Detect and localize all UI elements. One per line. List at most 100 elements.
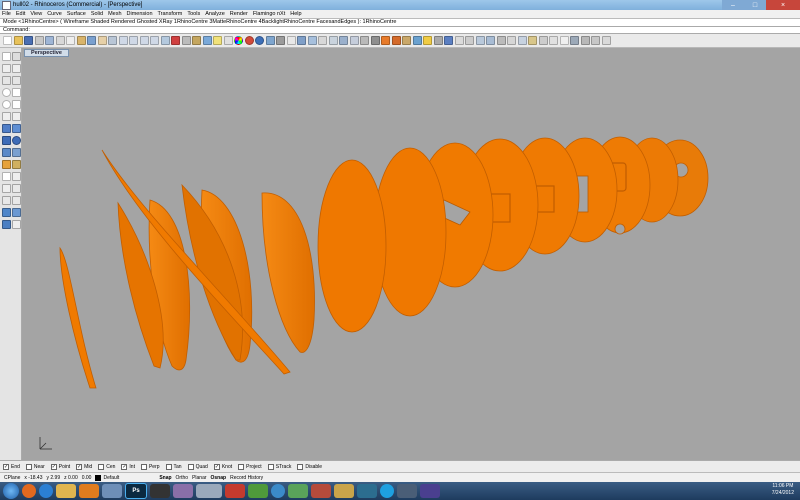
extrude-icon[interactable] [12,148,21,157]
mirror-icon[interactable] [12,208,21,217]
lock-objects-icon[interactable] [192,36,201,45]
loft-icon[interactable] [12,124,21,133]
skype-icon[interactable] [380,484,394,498]
history-icon[interactable] [591,36,600,45]
join-icon[interactable] [12,172,21,181]
group-icon[interactable] [580,36,590,45]
perspective-viewport[interactable] [22,48,800,460]
grid-app-icon[interactable] [102,484,122,498]
toolbar-end-icon[interactable] [601,36,611,45]
menu-solid[interactable]: Solid [91,11,103,17]
maximize-button[interactable]: □ [744,0,766,10]
layer-icon[interactable] [202,36,212,45]
osnap-point-checkbox[interactable]: ✓ [50,463,57,470]
osnap-point[interactable]: ✓ Point [50,463,70,470]
menu-dimension[interactable]: Dimension [127,11,153,17]
osnap-toggle[interactable]: Osnap [211,475,227,481]
free-curve-icon[interactable] [12,76,21,85]
surface-tools-icon[interactable] [475,36,485,45]
dimension-tool-icon[interactable] [12,220,21,229]
osnap-mid[interactable]: ✓ Mid [76,463,92,470]
osnap-int[interactable]: ✓ Int [121,463,135,470]
mesh-icon[interactable] [2,148,11,157]
options-icon[interactable] [433,36,443,45]
xray-icon[interactable] [297,36,306,45]
taskbar-clock[interactable]: 11:06 PM 7/24/2012 [772,483,794,497]
copy-object-icon[interactable] [2,196,11,205]
menu-render[interactable]: Render [230,11,248,17]
import-icon[interactable] [45,36,54,45]
render-icon[interactable] [244,36,254,45]
properties-icon[interactable] [223,36,233,45]
zoom-window-icon[interactable] [129,36,138,45]
select-arrow-icon[interactable] [2,52,11,61]
globe-app-icon[interactable] [271,484,285,498]
osnap-strack-checkbox[interactable] [267,463,274,470]
viewport-title-perspective[interactable]: Perspective [24,49,69,57]
camera-icon[interactable] [370,36,380,45]
transform-icon[interactable] [517,36,527,45]
zoom-extents-icon[interactable] [139,36,149,45]
close-button[interactable]: × [766,0,800,10]
rotate-icon[interactable] [12,196,21,205]
menu-view[interactable]: View [30,11,42,17]
folder-app-icon[interactable] [334,484,354,498]
array-icon[interactable] [2,220,11,229]
osnap-near-checkbox[interactable] [25,463,32,470]
osnap-near[interactable]: Near [25,463,45,470]
green-app-icon[interactable] [248,484,268,498]
solid-tools-icon[interactable] [486,36,495,45]
rhino-taskbar-icon[interactable] [196,484,222,498]
osnap-end[interactable]: ✓ End [3,463,20,470]
box-icon[interactable] [2,136,11,145]
search-icon[interactable] [454,36,464,45]
menu-mesh[interactable]: Mesh [108,11,121,17]
red-app-icon[interactable] [225,484,245,498]
polyline-icon[interactable] [2,64,11,73]
arc-icon[interactable] [12,88,21,97]
block-icon[interactable] [570,36,579,45]
select-all-icon[interactable] [171,36,180,45]
eye-app-icon[interactable] [420,484,440,498]
menu-edit[interactable]: Edit [16,11,25,17]
firefox-icon[interactable] [22,484,36,498]
wireframe-icon[interactable] [286,36,296,45]
hide-objects-icon[interactable] [181,36,191,45]
analyze-icon[interactable] [528,36,537,45]
start-button-icon[interactable] [3,483,19,499]
scale-icon[interactable] [2,208,11,217]
adobe-bridge-icon[interactable] [150,484,170,498]
menu-surface[interactable]: Surface [67,11,86,17]
osnap-knot[interactable]: ✓ Knot [213,463,232,470]
mesh-tools-icon[interactable] [496,36,506,45]
menu-transform[interactable]: Transform [158,11,183,17]
command-line[interactable]: Command: [0,26,800,34]
zoom-selected-icon[interactable] [150,36,159,45]
photoshop-icon[interactable]: Ps [125,483,147,499]
undo-view-icon[interactable] [160,36,170,45]
rectangle-icon[interactable] [12,100,21,109]
open-icon[interactable] [13,36,23,45]
line-icon[interactable] [12,64,21,73]
osnap-project[interactable]: Project [238,463,262,470]
cplane-icon[interactable] [349,36,359,45]
point-icon[interactable] [12,52,21,61]
planar-toggle[interactable]: Planar [192,475,206,481]
copy-icon[interactable] [66,36,75,45]
trim-icon[interactable] [12,160,21,169]
menu-help[interactable]: Help [290,11,301,17]
help-icon[interactable] [444,36,453,45]
cut-icon[interactable] [55,36,65,45]
circle-icon[interactable] [2,88,11,97]
curve-tools-icon[interactable] [465,36,474,45]
zoom-icon[interactable] [118,36,128,45]
menu-tools[interactable]: Tools [187,11,200,17]
record-history-toggle[interactable]: Record History [230,475,263,481]
named-view-icon[interactable] [360,36,369,45]
layer-swatch-icon[interactable] [95,474,102,481]
light-icon[interactable] [213,36,222,45]
ghosted-icon[interactable] [307,36,317,45]
polygon-icon[interactable] [2,112,11,121]
osnap-end-checkbox[interactable]: ✓ [3,463,9,470]
dimension-icon[interactable] [549,36,558,45]
